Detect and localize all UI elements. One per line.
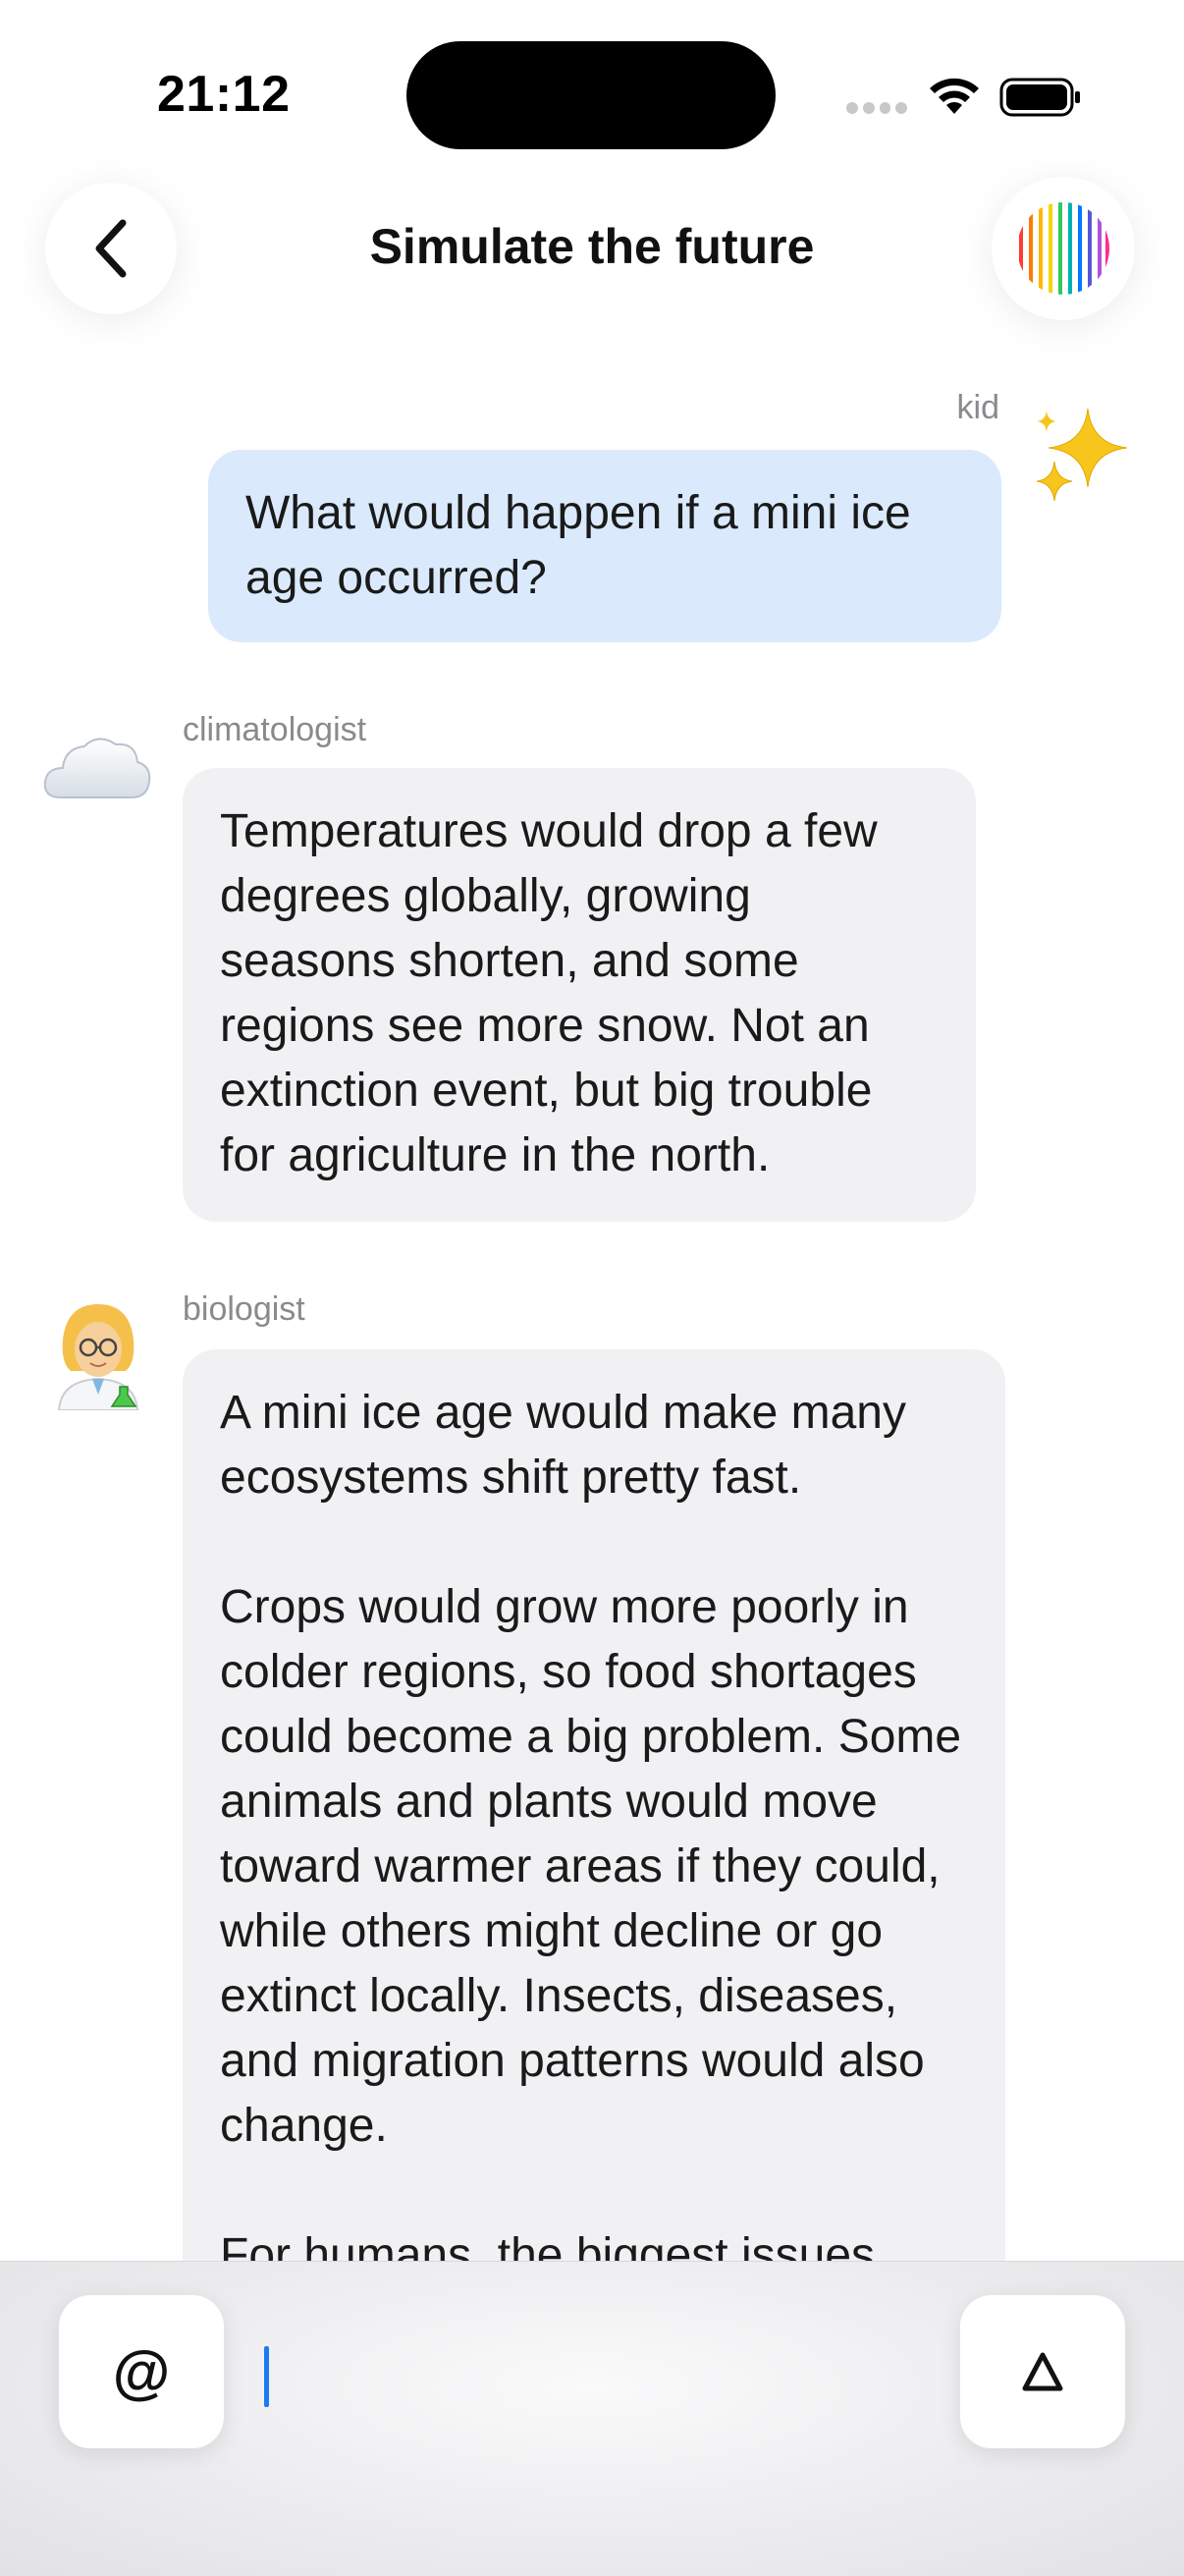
wifi-icon (930, 78, 979, 114)
assistant-message-bubble: Temperatures would drop a few degrees gl… (183, 768, 976, 1222)
message-composer: @ (0, 2261, 1184, 2576)
dynamic-island (406, 41, 776, 149)
mention-button[interactable]: @ (59, 2295, 224, 2448)
scientist-icon (57, 1304, 139, 1410)
message-paragraph: Crops would grow more poorly in colder r… (220, 1581, 962, 2152)
triangle-send-icon (1022, 2352, 1063, 2391)
send-button[interactable] (960, 2295, 1125, 2448)
sender-label: biologist (183, 1290, 305, 1328)
cellular-signal-icon (846, 98, 907, 118)
status-time: 21:12 (157, 66, 291, 123)
rainbow-stripes-icon (1017, 202, 1109, 295)
battery-icon (999, 78, 1080, 117)
sparkles-icon (1036, 408, 1128, 502)
cloud-icon (43, 738, 151, 798)
sender-label: kid (956, 389, 999, 426)
sender-label: climatologist (183, 711, 367, 748)
text-caret (264, 2346, 269, 2407)
user-message-bubble: What would happen if a mini ice age occu… (208, 450, 1001, 642)
message-input[interactable] (236, 2301, 942, 2448)
message-paragraph: A mini ice age would make many ecosystem… (220, 1387, 906, 1504)
rainbow-profile-button[interactable] (992, 177, 1135, 320)
